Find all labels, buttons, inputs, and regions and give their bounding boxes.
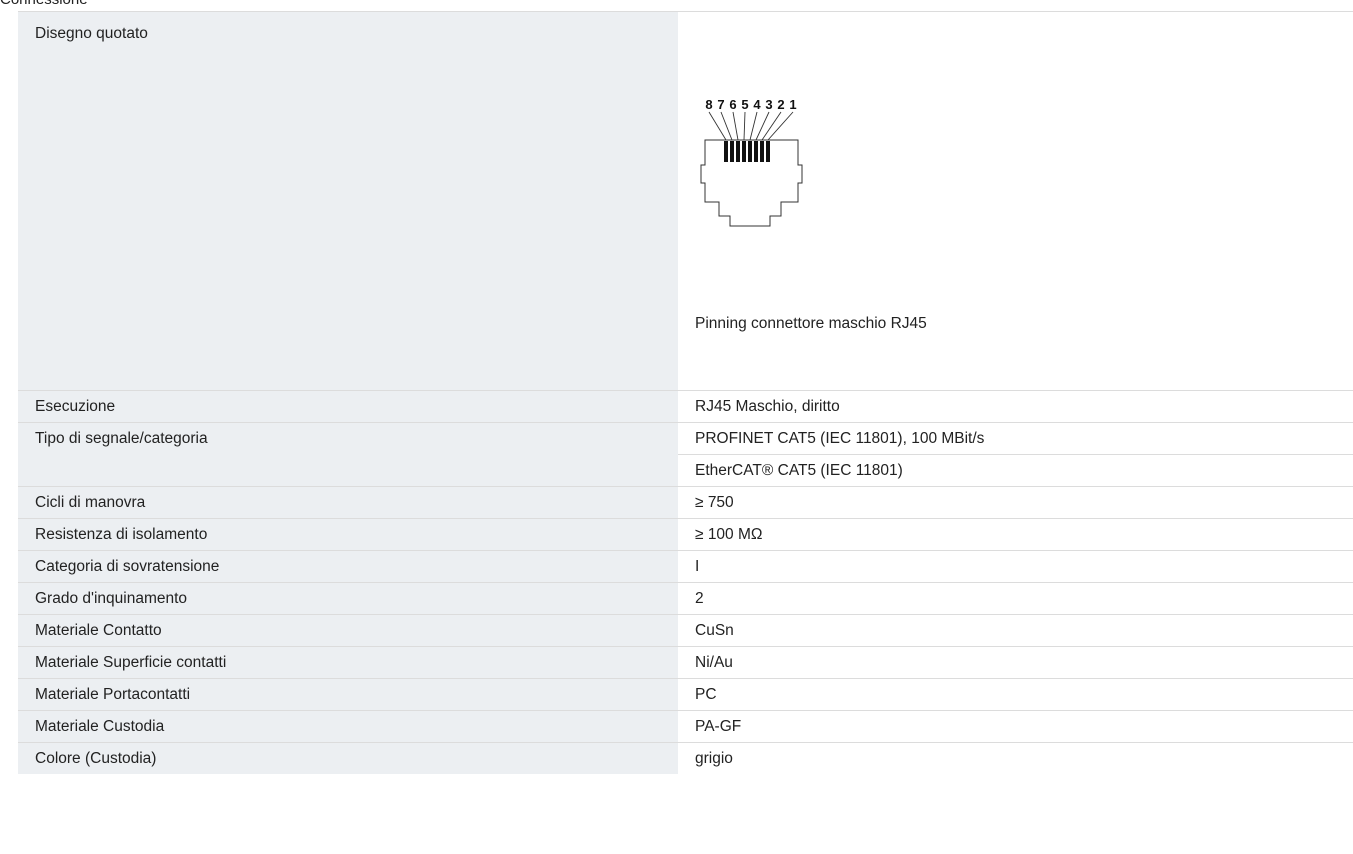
spec-label: Disegno quotato xyxy=(18,11,678,391)
rj45-pinout-drawing: 87654321 xyxy=(700,98,803,227)
spec-value: I xyxy=(678,550,1353,583)
spec-row: Colore (Custodia) grigio xyxy=(18,742,1353,774)
spec-value: grigio xyxy=(678,742,1353,774)
spec-label: Categoria di sovratensione xyxy=(18,550,678,583)
spec-value: PA-GF xyxy=(678,710,1353,743)
spec-value: Ni/Au xyxy=(678,646,1353,679)
spec-row: Grado d'inquinamento 2 xyxy=(18,582,1353,615)
spec-value: ≥ 750 xyxy=(678,486,1353,519)
spec-value: PROFINET CAT5 (IEC 11801), 100 MBit/s xyxy=(678,422,1353,455)
pin-number-label: 1 xyxy=(789,98,796,112)
spec-row: Materiale Custodia PA-GF xyxy=(18,710,1353,743)
pin-number-label: 2 xyxy=(777,98,784,112)
spec-row: Tipo di segnale/categoria PROFINET CAT5 (… xyxy=(18,422,1353,455)
spec-row-drawing: Disegno quotato 87654321 Pinning connett… xyxy=(18,11,1353,391)
spec-value: ≥ 100 MΩ xyxy=(678,518,1353,551)
section-title: Connessione xyxy=(0,0,88,10)
spec-label: Materiale Portacontatti xyxy=(18,678,678,711)
spec-table: Disegno quotato 87654321 Pinning connett… xyxy=(18,11,1353,774)
pin-number-label: 3 xyxy=(765,98,772,112)
spec-value: PC xyxy=(678,678,1353,711)
spec-label: Materiale Custodia xyxy=(18,710,678,743)
spec-label: Resistenza di isolamento xyxy=(18,518,678,551)
spec-label: Esecuzione xyxy=(18,390,678,423)
spec-value: RJ45 Maschio, diritto xyxy=(678,390,1353,423)
spec-value: CuSn xyxy=(678,614,1353,647)
spec-row: Materiale Superficie contatti Ni/Au xyxy=(18,646,1353,679)
pin-number-label: 8 xyxy=(705,98,712,112)
drawing-caption: Pinning connettore maschio RJ45 xyxy=(695,315,927,332)
spec-label: Materiale Contatto xyxy=(18,614,678,647)
spec-label: Colore (Custodia) xyxy=(18,742,678,774)
pin-number-label: 7 xyxy=(717,98,724,112)
spec-value: EtherCAT® CAT5 (IEC 11801) xyxy=(678,454,1353,487)
spec-label: Materiale Superficie contatti xyxy=(18,646,678,679)
spec-row: Materiale Contatto CuSn xyxy=(18,614,1353,647)
pin-number-label: 4 xyxy=(753,98,761,112)
spec-row: Esecuzione RJ45 Maschio, diritto xyxy=(18,390,1353,423)
drawing-cell: 87654321 Pinning connettore maschio RJ45 xyxy=(678,11,1353,391)
spec-row: Resistenza di isolamento ≥ 100 MΩ xyxy=(18,518,1353,551)
page: Connessione Disegno quotato 87654321 xyxy=(0,0,1353,854)
spec-row: Categoria di sovratensione I xyxy=(18,550,1353,583)
spec-row: Cicli di manovra ≥ 750 xyxy=(18,486,1353,519)
spec-value: 2 xyxy=(678,582,1353,615)
spec-label: Tipo di segnale/categoria xyxy=(18,422,678,455)
spec-row: EtherCAT® CAT5 (IEC 11801) xyxy=(18,454,1353,487)
pin-number-label: 5 xyxy=(741,98,748,112)
spec-row: Materiale Portacontatti PC xyxy=(18,678,1353,711)
spec-label: Grado d'inquinamento xyxy=(18,582,678,615)
spec-label xyxy=(18,454,678,487)
pin-number-label: 6 xyxy=(729,98,736,112)
spec-label: Cicli di manovra xyxy=(18,486,678,519)
